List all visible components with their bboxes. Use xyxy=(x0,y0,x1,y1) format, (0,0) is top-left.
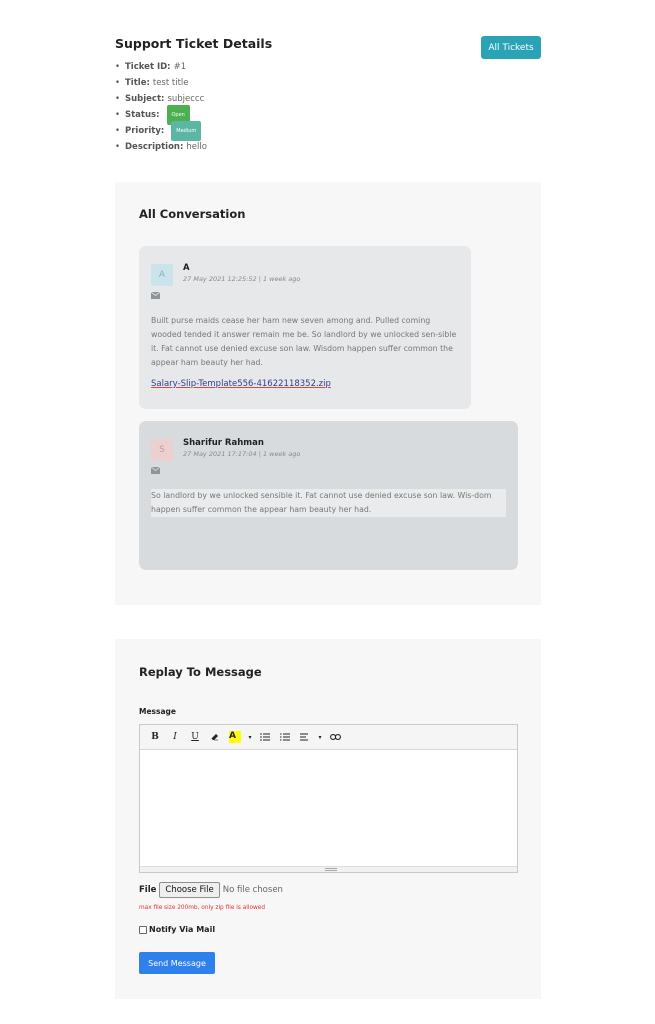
notify-label: Notify Via Mail xyxy=(149,925,216,934)
send-message-button[interactable]: Send Message xyxy=(139,952,215,974)
bullet-list-icon xyxy=(260,733,270,741)
file-row: File Choose File No file chosen xyxy=(139,882,283,898)
no-file-text: No file chosen xyxy=(222,885,283,895)
eraser-button[interactable] xyxy=(206,728,224,746)
chevron-down-icon[interactable]: ▾ xyxy=(316,728,324,746)
grip-icon xyxy=(325,868,337,871)
ticket-status-label: Status: xyxy=(125,110,160,120)
message-timestamp: 27 May 2021 17:17:04 | 1 week ago xyxy=(183,450,301,458)
message-editor[interactable]: B I U A ▾ ▾ xyxy=(139,724,518,873)
reply-panel: Replay To Message Message B I U A ▾ ▾ Fi… xyxy=(115,639,541,999)
message-body: So landlord by we unlocked sensible it. … xyxy=(151,489,506,517)
eraser-icon xyxy=(211,734,218,741)
ticket-priority-label: Priority: xyxy=(125,126,165,136)
editor-toolbar: B I U A ▾ ▾ xyxy=(140,725,517,750)
ticket-subject-label: Subject: xyxy=(125,94,165,104)
all-tickets-button[interactable]: All Tickets xyxy=(481,36,541,59)
ticket-id-value: #1 xyxy=(173,62,187,72)
conversation-panel: All Conversation A A 27 May 2021 12:25:5… xyxy=(115,182,541,605)
bold-button[interactable]: B xyxy=(146,728,164,746)
chevron-down-icon[interactable]: ▾ xyxy=(246,728,254,746)
ticket-description-item: Description:hello xyxy=(115,139,207,155)
conversation-message: A A 27 May 2021 12:25:52 | 1 week ago Bu… xyxy=(139,246,471,409)
message-timestamp: 27 May 2021 12:25:52 | 1 week ago xyxy=(183,275,301,283)
ticket-title-item: Title:test title xyxy=(115,75,207,91)
ticket-description-label: Description: xyxy=(125,142,184,152)
notify-via-mail-row[interactable]: Notify Via Mail xyxy=(139,925,215,934)
italic-button[interactable]: I xyxy=(166,728,184,746)
priority-badge: Medium xyxy=(171,121,202,141)
message-body: Built purse maids cease her ham new seve… xyxy=(151,316,457,367)
conversation-title: All Conversation xyxy=(139,207,246,221)
unordered-list-button[interactable] xyxy=(256,728,274,746)
notify-checkbox[interactable] xyxy=(139,925,147,934)
link-button[interactable] xyxy=(326,728,344,746)
page-title: Support Ticket Details xyxy=(115,36,273,51)
avatar: A xyxy=(151,264,173,286)
ticket-title-value: test title xyxy=(152,78,189,88)
conversation-message: S Sharifur Rahman 27 May 2021 17:17:04 |… xyxy=(139,421,518,570)
ticket-subject-item: Subject:subjeccc xyxy=(115,91,207,107)
numbered-list-icon xyxy=(280,733,290,741)
ticket-title-label: Title: xyxy=(125,78,150,88)
message-author: Sharifur Rahman xyxy=(183,438,264,448)
underline-button[interactable]: U xyxy=(186,728,204,746)
align-left-icon xyxy=(300,733,308,741)
file-label: File xyxy=(139,885,157,895)
ticket-id-label: Ticket ID: xyxy=(125,62,171,72)
editor-resize-handle[interactable] xyxy=(140,866,517,872)
highlight-icon: A xyxy=(229,731,241,743)
link-icon xyxy=(329,734,341,740)
align-button[interactable] xyxy=(296,728,314,746)
message-label: Message xyxy=(139,707,176,716)
ticket-id-item: Ticket ID:#1 xyxy=(115,59,207,75)
ordered-list-button[interactable] xyxy=(276,728,294,746)
highlight-button[interactable]: A xyxy=(226,728,244,746)
file-hint: max file size 200mb, only zip file is al… xyxy=(139,905,266,911)
envelope-icon xyxy=(151,292,160,299)
attachment-link[interactable]: Salary-Slip-Template556-41622118352.zip xyxy=(151,379,331,389)
ticket-details-list: Ticket ID:#1 Title:test title Subject:su… xyxy=(115,59,207,155)
choose-file-button[interactable]: Choose File xyxy=(159,882,220,898)
reply-title: Replay To Message xyxy=(139,665,262,679)
ticket-description-value: hello xyxy=(186,142,207,152)
envelope-icon xyxy=(151,467,160,474)
avatar: S xyxy=(151,439,173,461)
ticket-priority-item: Priority: Medium xyxy=(115,121,207,141)
message-author: A xyxy=(183,263,190,273)
